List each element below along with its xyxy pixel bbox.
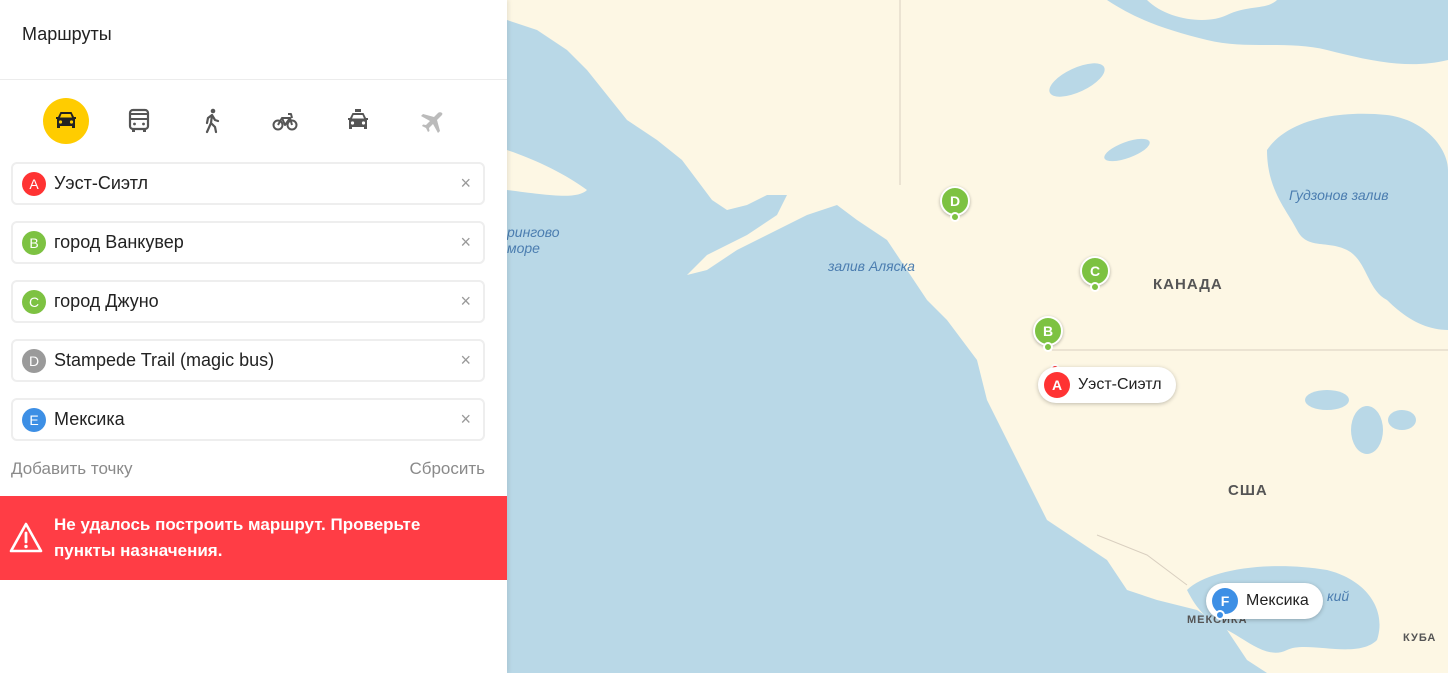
map-label-bering: рингово море xyxy=(507,224,560,256)
map-label-cuba: КУБА xyxy=(1403,632,1437,644)
map-callout-a-badge: A xyxy=(1044,372,1070,398)
map-pin-f-dot xyxy=(1215,610,1225,620)
map-label-gulf-partial: кий xyxy=(1327,588,1350,604)
airplane-icon xyxy=(421,112,443,133)
map-pin-d[interactable]: D xyxy=(940,186,970,226)
route-error-banner: Не удалось построить маршрут. Проверьте … xyxy=(0,496,507,580)
point-c-clear-icon[interactable]: × xyxy=(460,291,471,311)
route-actions: Добавить точку Сбросить xyxy=(0,454,507,484)
map-pin-c-dot xyxy=(1090,282,1100,292)
mode-taxi-button[interactable] xyxy=(335,98,381,144)
warning-icon xyxy=(9,522,43,553)
route-point-e: E × xyxy=(11,398,485,441)
map-callout-a-text: Уэст-Сиэтл xyxy=(1078,376,1162,393)
map-pin-b-dot xyxy=(1043,342,1053,352)
error-message: Не удалось построить маршрут. Проверьте … xyxy=(54,515,421,560)
point-b-badge: B xyxy=(22,230,46,255)
mode-car-button[interactable] xyxy=(43,98,89,144)
point-b-clear-icon[interactable]: × xyxy=(460,232,471,252)
mode-walk-button[interactable] xyxy=(189,98,235,144)
point-e-clear-icon[interactable]: × xyxy=(460,409,471,429)
map-base xyxy=(507,0,1448,673)
point-a-badge: A xyxy=(22,171,46,196)
point-a-input[interactable] xyxy=(54,173,434,194)
panel-title: Маршруты xyxy=(22,24,112,44)
transport-modes xyxy=(0,80,507,162)
map-canvas[interactable]: рингово море залив Аляска Гудзонов залив… xyxy=(507,0,1448,673)
taxi-icon xyxy=(348,109,368,129)
mode-bicycle-button[interactable] xyxy=(262,98,308,144)
map-label-bering-line1: рингово xyxy=(507,224,560,240)
point-e-input[interactable] xyxy=(54,409,434,430)
route-point-d: D × xyxy=(11,339,485,382)
route-point-a: A × xyxy=(11,162,485,205)
mode-transit-button[interactable] xyxy=(116,98,162,144)
route-panel: Маршруты A Уэст-Сиэтл × B город Ванкувер… xyxy=(0,0,507,673)
panel-header: Маршруты xyxy=(0,0,507,80)
route-point-b: B × xyxy=(11,221,485,264)
add-point-button[interactable]: Добавить точку xyxy=(11,459,133,479)
map-label-canada: КАНАДА xyxy=(1153,276,1223,293)
bus-icon xyxy=(128,108,150,132)
point-d-input[interactable] xyxy=(54,350,434,371)
map-pin-b[interactable]: B xyxy=(1033,316,1063,356)
route-point-c: C × xyxy=(11,280,485,323)
car-icon xyxy=(56,112,76,128)
point-c-badge: C xyxy=(22,289,46,314)
point-c-input[interactable] xyxy=(54,291,434,312)
point-a-clear-icon[interactable]: × xyxy=(460,173,471,193)
pedestrian-icon xyxy=(205,108,220,134)
map-label-usa: США xyxy=(1228,482,1268,499)
reset-button[interactable]: Сбросить xyxy=(409,459,485,479)
point-d-clear-icon[interactable]: × xyxy=(460,350,471,370)
map-pin-d-dot xyxy=(950,212,960,222)
point-d-badge: D xyxy=(22,348,46,373)
point-e-badge: E xyxy=(22,407,46,432)
route-points: A × B × C × D × E × xyxy=(0,162,507,441)
point-b-input[interactable] xyxy=(54,232,434,253)
mode-plane-button[interactable] xyxy=(408,98,454,144)
map-pin-c[interactable]: C xyxy=(1080,256,1110,296)
map-label-hudson: Гудзонов залив xyxy=(1289,187,1389,203)
map-label-gulf-alaska: залив Аляска xyxy=(828,258,915,274)
map-callout-a[interactable]: A Уэст-Сиэтл xyxy=(1038,367,1176,403)
bicycle-icon xyxy=(272,113,298,131)
map-label-bering-line2: море xyxy=(507,240,540,256)
map-callout-f-text: Мексика xyxy=(1246,592,1309,609)
